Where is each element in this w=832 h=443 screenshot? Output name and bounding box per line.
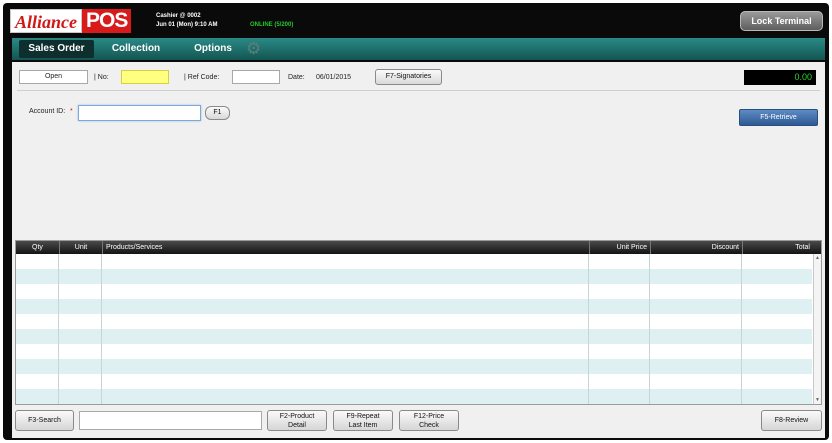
- table-row[interactable]: [16, 389, 812, 404]
- tab-sales-order[interactable]: Sales Order: [19, 40, 94, 58]
- search-button[interactable]: F3-Search: [15, 410, 74, 431]
- ref-code-label: | Ref Code:: [184, 74, 220, 81]
- required-marker: *: [70, 108, 73, 115]
- retrieve-button[interactable]: F5-Retrieve: [739, 109, 818, 126]
- table-row[interactable]: [16, 254, 812, 269]
- col-products[interactable]: Products/Services: [102, 241, 589, 254]
- tab-options[interactable]: Options: [182, 40, 244, 58]
- table-row[interactable]: [16, 344, 812, 359]
- line-items-table: Qty Unit Products/Services Unit Price Di…: [15, 240, 822, 405]
- col-unit-price[interactable]: Unit Price: [589, 241, 650, 254]
- table-scrollbar[interactable]: ▲ ▼: [813, 254, 821, 404]
- alliance-pos-logo: Alliance POS: [10, 9, 132, 33]
- logo-text-pos: POS: [82, 9, 132, 33]
- divider: [17, 90, 820, 91]
- col-qty[interactable]: Qty: [16, 241, 59, 254]
- account-lookup-button[interactable]: F1: [205, 106, 230, 120]
- col-discount[interactable]: Discount: [650, 241, 742, 254]
- logo-text-alliance: Alliance: [10, 9, 82, 33]
- price-check-line2: Check: [419, 422, 439, 429]
- table-header: Qty Unit Products/Services Unit Price Di…: [16, 241, 821, 254]
- table-row[interactable]: [16, 329, 812, 344]
- status-field: Open: [19, 70, 88, 84]
- account-id-input[interactable]: [78, 105, 201, 121]
- repeat-line2: Last Item: [348, 422, 378, 429]
- table-row[interactable]: [16, 374, 812, 389]
- product-detail-line1: F2-Product: [279, 413, 315, 420]
- signatories-button[interactable]: F7-Signatories: [375, 69, 442, 85]
- scroll-down-icon[interactable]: ▼: [814, 397, 821, 403]
- table-row[interactable]: [16, 269, 812, 284]
- total-display: 0.00: [744, 70, 816, 85]
- sales-order-panel: Open | No: | Ref Code: Date: 06/01/2015 …: [12, 62, 825, 438]
- ref-code-input[interactable]: [232, 70, 280, 84]
- order-no-field[interactable]: [121, 70, 169, 84]
- datetime-label: Jun 01 (Mon) 9:10 AM: [156, 22, 218, 28]
- table-row[interactable]: [16, 359, 812, 374]
- cashier-info: Cashier @ 0002 Jun 01 (Mon) 9:10 AM: [156, 12, 217, 30]
- search-input[interactable]: [79, 411, 262, 430]
- cashier-label: Cashier @ 0002: [156, 13, 201, 19]
- col-total[interactable]: Total: [742, 241, 813, 254]
- product-detail-line2: Detail: [288, 422, 306, 429]
- app-window: Alliance POS Cashier @ 0002 Jun 01 (Mon)…: [3, 3, 829, 440]
- review-button[interactable]: F8-Review: [761, 410, 822, 431]
- price-check-line1: F12-Price: [413, 413, 445, 420]
- date-value: 06/01/2015: [316, 74, 352, 81]
- table-row[interactable]: [16, 299, 812, 314]
- lock-terminal-button[interactable]: Lock Terminal: [740, 11, 823, 31]
- repeat-line1: F9-Repeat: [346, 413, 380, 420]
- table-row[interactable]: [16, 284, 812, 299]
- table-row[interactable]: [16, 314, 812, 329]
- repeat-last-item-button[interactable]: F9-Repeat Last Item: [333, 410, 393, 431]
- gear-icon: ⚙: [246, 39, 262, 58]
- product-detail-button[interactable]: F2-Product Detail: [267, 410, 327, 431]
- col-unit[interactable]: Unit: [59, 241, 102, 254]
- price-check-button[interactable]: F12-Price Check: [399, 410, 459, 431]
- no-label: | No:: [94, 74, 109, 81]
- main-nav: Sales Order Collection Options ⚙: [12, 38, 825, 60]
- online-status: ONLINE (5/200): [250, 22, 294, 28]
- date-label: Date:: [288, 74, 305, 81]
- tab-collection[interactable]: Collection: [102, 40, 170, 58]
- account-id-label: Account ID:: [29, 108, 66, 115]
- scroll-up-icon[interactable]: ▲: [814, 255, 821, 261]
